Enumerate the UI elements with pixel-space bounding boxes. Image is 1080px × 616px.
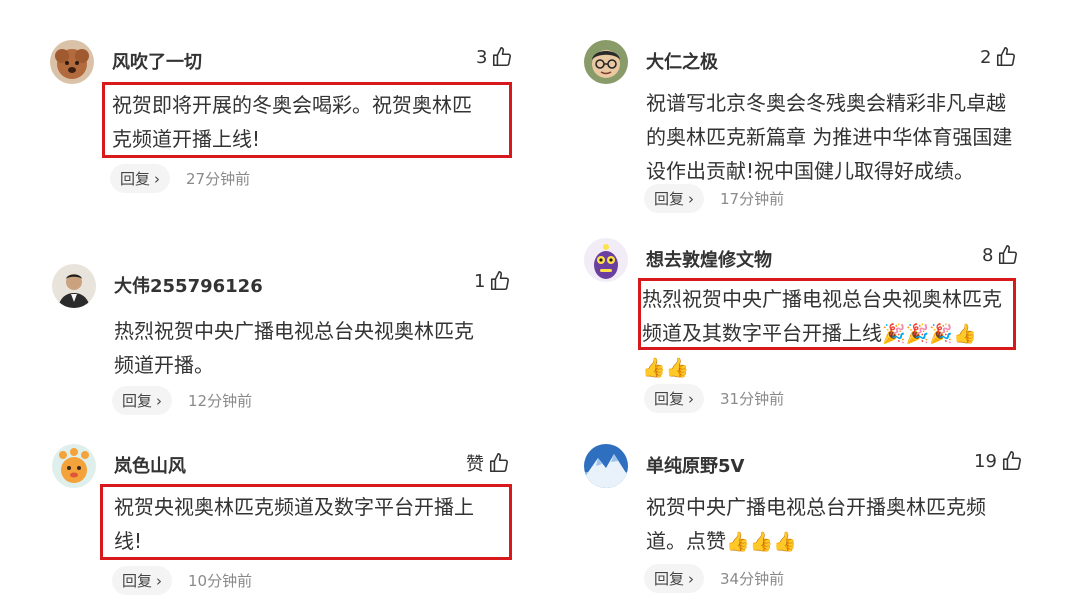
- reply-button[interactable]: 回复 ›: [644, 384, 705, 413]
- like-button[interactable]: 赞: [466, 450, 510, 476]
- like-count: 赞: [466, 454, 484, 475]
- avatar-poodle-icon[interactable]: [50, 40, 94, 84]
- thumbs-up-icon: [491, 46, 513, 68]
- thumbs-up-emoji: 👍👍: [642, 357, 690, 379]
- comment-text: 热烈祝贺中央广播电视总台央视奥林匹克 频道开播。: [114, 319, 474, 377]
- comment-time: 17分钟前: [720, 190, 785, 208]
- comment-item: 大伟255796126 1 热烈祝贺中央广播电视总台央视奥林匹克 频道开播。 回…: [52, 264, 522, 424]
- thumbs-up-icon: [489, 270, 511, 292]
- username[interactable]: 大仁之极: [646, 48, 718, 74]
- like-count: 8: [982, 244, 994, 266]
- like-count: 3: [476, 46, 488, 68]
- like-count: 2: [980, 46, 992, 68]
- reply-button[interactable]: 回复 ›: [644, 564, 705, 593]
- comment-item: 单纯原野5V 19 祝贺中央广播电视总台开播奥林匹克频 道。点赞👍👍👍 回复 › …: [584, 444, 1044, 604]
- comment-meta: 回复 › 27分钟前: [110, 164, 250, 193]
- like-button[interactable]: 2: [980, 46, 1017, 68]
- comment-time: 12分钟前: [188, 392, 253, 410]
- comment-meta: 回复 › 34分钟前: [644, 564, 784, 593]
- comment-time: 10分钟前: [188, 572, 253, 590]
- chevron-right-icon: ›: [688, 189, 695, 208]
- like-button[interactable]: 19: [974, 450, 1023, 472]
- reply-button[interactable]: 回复 ›: [112, 566, 173, 595]
- reply-button[interactable]: 回复 ›: [644, 184, 705, 213]
- username[interactable]: 单纯原野5V: [646, 452, 744, 478]
- username[interactable]: 想去敦煌修文物: [646, 246, 772, 272]
- chevron-right-icon: ›: [154, 169, 161, 188]
- comment-meta: 回复 › 10分钟前: [112, 566, 252, 595]
- thumbs-up-icon: [1001, 450, 1023, 472]
- avatar-cartoon-man-glasses-icon[interactable]: [584, 40, 628, 84]
- chevron-right-icon: ›: [688, 569, 695, 588]
- like-count: 19: [974, 450, 997, 472]
- comment-text: 热烈祝贺中央广播电视总台央视奥林匹克 频道及其数字平台开播上线🎉🎉🎉👍 👍👍: [642, 282, 1002, 385]
- thumbs-up-emoji: 👍👍👍: [726, 531, 797, 553]
- comment-item: 想去敦煌修文物 8 热烈祝贺中央广播电视总台央视奥林匹克 频道及其数字平台开播上…: [584, 238, 1044, 418]
- comment-meta: 回复 › 12分钟前: [112, 386, 252, 415]
- thumbs-up-icon: [488, 452, 510, 474]
- like-button[interactable]: 3: [476, 46, 513, 68]
- chevron-right-icon: ›: [156, 571, 163, 590]
- like-button[interactable]: 8: [982, 244, 1019, 266]
- username[interactable]: 风吹了一切: [112, 48, 202, 74]
- avatar-snow-mountain-icon[interactable]: [584, 444, 628, 488]
- like-button[interactable]: 1: [474, 270, 511, 292]
- reply-button[interactable]: 回复 ›: [110, 164, 171, 193]
- thumbs-up-icon: [995, 46, 1017, 68]
- comment-item: 大仁之极 2 祝谱写北京冬奥会冬残奥会精彩非凡卓越 的奥林匹克新篇章 为推进中华…: [584, 40, 1044, 220]
- comment-time: 31分钟前: [720, 390, 785, 408]
- party-popper-thumbs-up-emoji: 🎉🎉🎉👍: [882, 323, 977, 345]
- chevron-right-icon: ›: [688, 389, 695, 408]
- comment-meta: 回复 › 17分钟前: [644, 184, 784, 213]
- chevron-right-icon: ›: [156, 391, 163, 410]
- thumbs-up-icon: [997, 244, 1019, 266]
- comment-text: 祝贺央视奥林匹克频道及数字平台开播上 线!: [114, 495, 474, 553]
- comment-meta: 回复 › 31分钟前: [644, 384, 784, 413]
- username[interactable]: 大伟255796126: [114, 272, 263, 298]
- comment-text: 祝贺即将开展的冬奥会喝彩。祝贺奥林匹 克频道开播上线!: [112, 93, 472, 151]
- comment-text: 祝谱写北京冬奥会冬残奥会精彩非凡卓越 的奥林匹克新篇章 为推进中华体育强国建 设…: [646, 91, 1013, 183]
- comment-time: 34分钟前: [720, 570, 785, 588]
- avatar-man-in-suit-icon[interactable]: [52, 264, 96, 308]
- reply-button[interactable]: 回复 ›: [112, 386, 173, 415]
- avatar-purple-monster-icon[interactable]: [584, 238, 628, 282]
- avatar-cartoon-creature-icon[interactable]: [52, 444, 96, 488]
- like-count: 1: [474, 270, 486, 292]
- comment-item: 风吹了一切 3 祝贺即将开展的冬奥会喝彩。祝贺奥林匹 克频道开播上线! 回复 › …: [50, 40, 520, 200]
- comment-item: 岚色山风 赞 祝贺央视奥林匹克频道及数字平台开播上 线! 回复 › 10分钟前: [52, 444, 522, 604]
- comment-text: 祝贺中央广播电视总台开播奥林匹克频 道。点赞👍👍👍: [646, 495, 986, 553]
- comment-time: 27分钟前: [186, 170, 251, 188]
- username[interactable]: 岚色山风: [114, 452, 186, 478]
